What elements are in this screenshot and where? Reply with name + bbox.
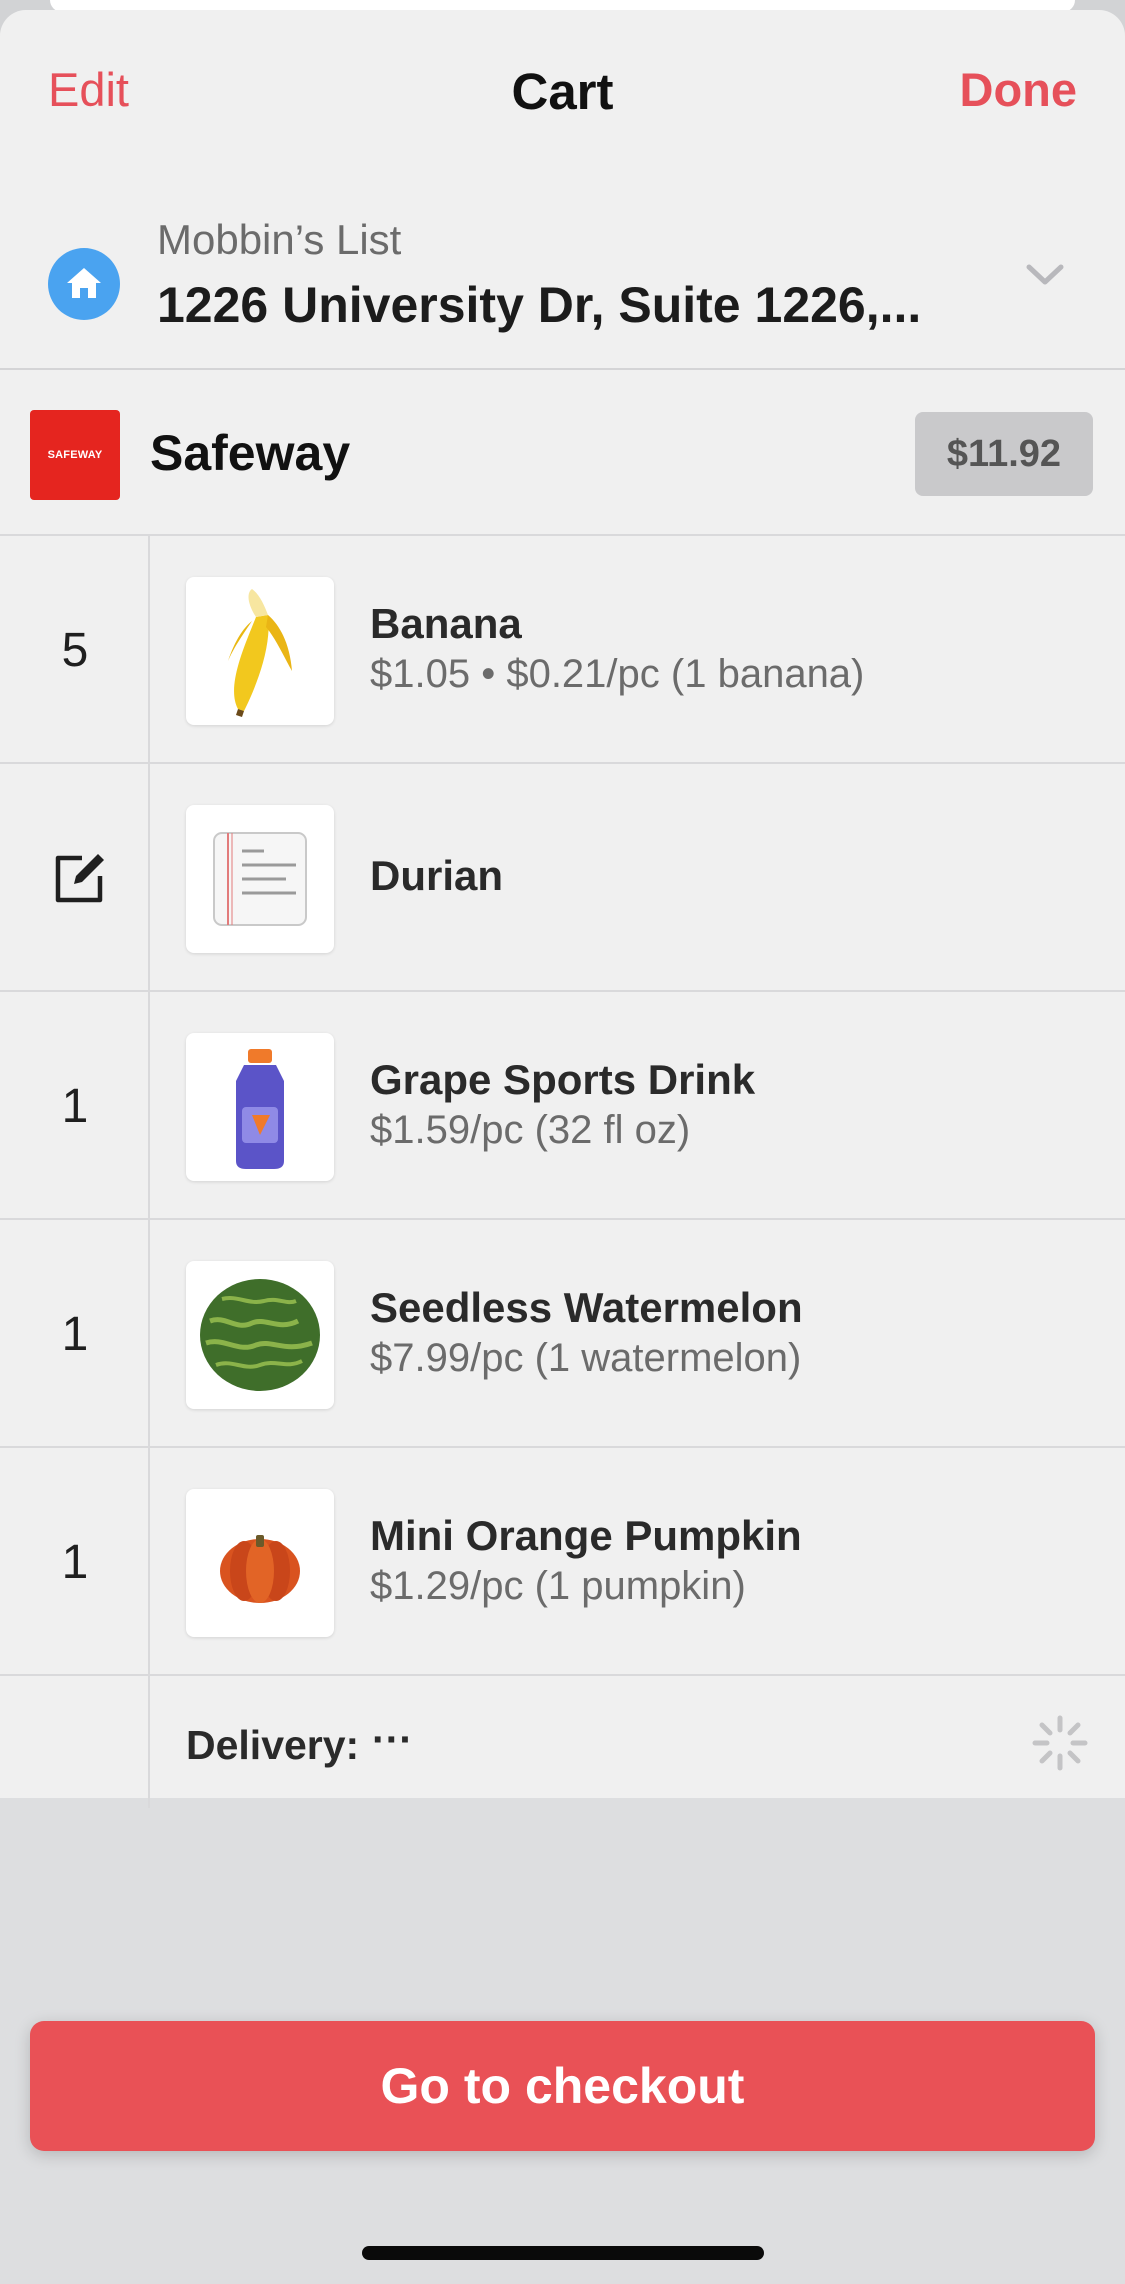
cart-item-durian[interactable]: Durian — [0, 764, 1125, 992]
checkout-button[interactable]: Go to checkout — [30, 2021, 1095, 2151]
store-logo-text: SAFEWAY — [47, 449, 103, 461]
store-header: SAFEWAY Safeway $11.92 — [0, 370, 1125, 536]
cart-items: 5 Banana $1.05 • $0.21/pc (1 banana) Dur… — [0, 536, 1125, 1808]
notepad-image — [186, 805, 334, 953]
cart-item-sports-drink[interactable]: 1 Grape Sports Drink $1.59/pc (32 fl oz) — [0, 992, 1125, 1220]
loading-spinner-icon — [1032, 1715, 1088, 1771]
quantity-cell[interactable]: 1 — [0, 1448, 150, 1674]
store-logo: SAFEWAY — [30, 410, 120, 500]
cart-item-watermelon[interactable]: 1 Seedless Watermelon $7.99/pc (1 waterm… — [0, 1220, 1125, 1448]
item-quantity[interactable]: 5 — [0, 623, 150, 678]
item-price: $1.59/pc (32 fl oz) — [370, 1108, 691, 1152]
item-price: $1.29/pc (1 pumpkin) — [370, 1564, 746, 1608]
item-quantity[interactable]: 1 — [0, 1079, 150, 1134]
item-name: Durian — [370, 852, 504, 899]
banana-image — [186, 577, 334, 725]
home-indicator[interactable] — [362, 2246, 764, 2260]
item-name: Banana — [370, 600, 522, 647]
quantity-cell[interactable]: 5 — [0, 536, 150, 762]
item-price: $7.99/pc (1 watermelon) — [370, 1336, 802, 1380]
home-icon — [48, 248, 120, 320]
quantity-cell[interactable]: 1 — [0, 1220, 150, 1446]
nav-bar: Edit Cart Done — [0, 10, 1125, 180]
page-title: Cart — [511, 63, 614, 120]
cart-item-pumpkin[interactable]: 1 Mini Orange Pumpkin $1.29/pc (1 pumpki… — [0, 1448, 1125, 1676]
done-button[interactable]: Done — [960, 62, 1078, 117]
delivery-row: Delivery: ··· — [0, 1676, 1125, 1808]
item-name: Seedless Watermelon — [370, 1284, 803, 1331]
delivery-spacer — [0, 1676, 150, 1808]
sports-drink-image — [186, 1033, 334, 1181]
delivery-value: ··· — [372, 1716, 413, 1762]
edit-icon[interactable] — [52, 852, 106, 906]
chevron-down-icon — [1026, 264, 1064, 285]
item-quantity[interactable]: 1 — [0, 1307, 150, 1362]
item-quantity[interactable]: 1 — [0, 1535, 150, 1590]
cart-item-banana[interactable]: 5 Banana $1.05 • $0.21/pc (1 banana) — [0, 536, 1125, 764]
cart-content: Edit Cart Done Mobbin’s List 1226 Univer… — [0, 10, 1125, 1808]
quantity-cell[interactable] — [0, 764, 150, 990]
store-total-badge: $11.92 — [915, 412, 1093, 496]
store-name: Safeway — [150, 425, 351, 481]
item-name: Mini Orange Pumpkin — [370, 1512, 802, 1559]
pumpkin-image — [186, 1489, 334, 1637]
cart-sheet: Edit Cart Done Mobbin’s List 1226 Univer… — [0, 10, 1125, 2284]
delivery-label: Delivery: — [186, 1722, 360, 1768]
item-name: Grape Sports Drink — [370, 1056, 756, 1103]
watermelon-image — [186, 1261, 334, 1409]
list-name: Mobbin’s List — [157, 216, 402, 263]
item-price: $1.05 • $0.21/pc (1 banana) — [370, 652, 865, 696]
quantity-cell[interactable]: 1 — [0, 992, 150, 1218]
address-selector[interactable]: Mobbin’s List 1226 University Dr, Suite … — [0, 180, 1125, 370]
delivery-address: 1226 University Dr, Suite 1226,... — [157, 277, 922, 333]
